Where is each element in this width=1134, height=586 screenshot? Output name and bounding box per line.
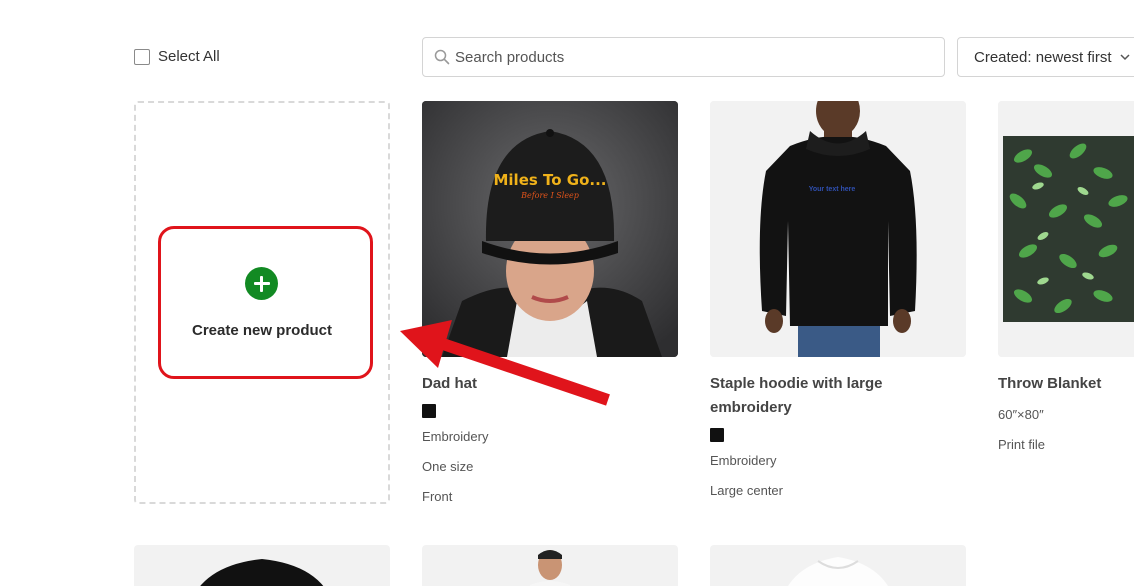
sort-dropdown[interactable]: Created: newest first [957,37,1134,77]
product-title[interactable]: Dad hat [422,372,678,396]
sort-label: Created: newest first [974,48,1112,66]
product-attribute: Large center [710,483,783,498]
search-input[interactable] [455,48,935,66]
hoodie-embroidery-text: Your text here [808,186,856,193]
product-card-bottom-1[interactable] [134,545,390,586]
product-attribute: 60″×80″ [998,407,1044,422]
product-attribute: Embroidery [422,429,489,444]
plus-circle-icon[interactable] [245,267,278,300]
product-title[interactable]: Throw Blanket [998,372,1134,396]
search-icon [431,46,453,68]
search-box[interactable] [422,37,945,77]
product-card-bottom-3[interactable] [710,545,966,586]
cap-embroidery-text: Miles To Go... [493,171,607,189]
product-attribute: Embroidery [710,453,777,468]
product-card-bottom-2[interactable] [422,545,678,586]
highlight-annotation [158,226,373,379]
product-image[interactable] [998,101,1134,357]
cap-embroidery-subtext: Before I Sleep [521,191,579,200]
product-card-throw-blanket[interactable]: Throw Blanket 60″×80″ Print file [998,101,1134,460]
product-image[interactable]: Your text here [710,101,966,357]
product-image[interactable]: Miles To Go... Before I Sleep [422,101,678,357]
product-attribute: Front [422,489,453,504]
product-attribute: One size [422,459,474,474]
product-title[interactable]: Staple hoodie with large embroidery [710,372,966,420]
select-all-label: Select All [158,48,220,65]
select-all-checkbox[interactable]: Select All [134,48,220,65]
create-product-label[interactable]: Create new product [134,322,390,339]
product-attribute: Print file [998,437,1045,452]
checkbox[interactable] [134,48,150,65]
product-card-dad-hat[interactable]: Miles To Go... Before I Sleep Dad hat Em… [422,101,678,512]
product-card-hoodie[interactable]: Your text here Staple hoodie with large … [710,101,966,506]
color-swatch [710,428,724,442]
chevron-down-icon [1120,54,1130,61]
color-swatch [422,404,436,418]
